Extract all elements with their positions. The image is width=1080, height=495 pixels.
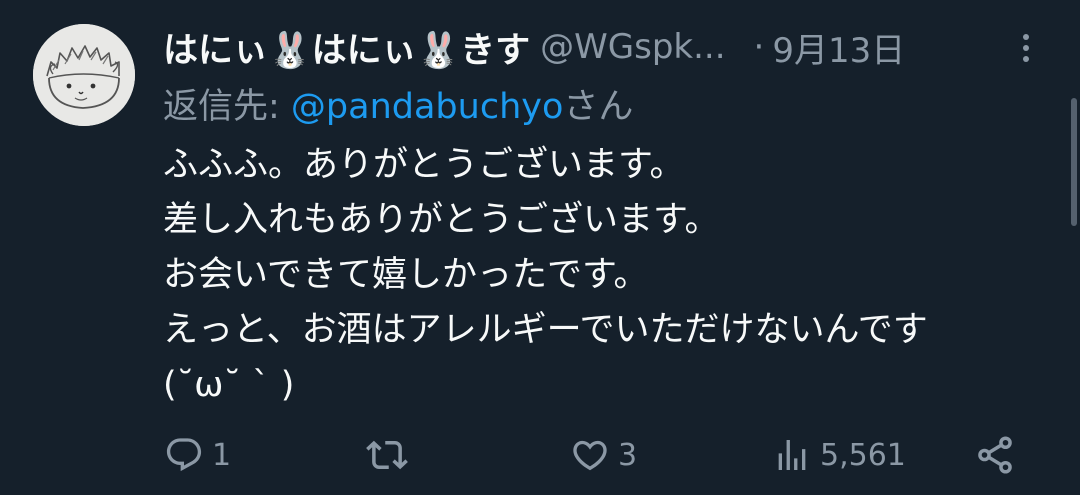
reply-prefix: 返信先: — [163, 87, 291, 127]
tweet-text: ふふふ。ありがとうございます。 差し入れもありがとうございます。 お会いできて嬉… — [163, 145, 928, 405]
retweet-icon — [366, 440, 408, 470]
avatar[interactable] — [33, 24, 135, 126]
more-vertical-icon — [1023, 34, 1029, 62]
like-count: 3 — [618, 437, 638, 473]
action-bar: 1 3 5,561 — [0, 425, 1080, 485]
views-bar-chart-icon — [778, 440, 806, 470]
reply-mention-link[interactable]: @pandabuchyo — [291, 87, 563, 127]
views-count: 5,561 — [820, 437, 906, 473]
reply-to-line: 返信先: @pandabuchyoさん — [163, 78, 633, 129]
separator-dot: · — [753, 27, 765, 67]
reply-count: 1 — [212, 437, 232, 473]
tweet-date[interactable]: 9月13日 — [772, 23, 905, 72]
display-name[interactable]: はにぃ🐰はにぃ🐰きす — [163, 22, 530, 73]
tweet-header: はにぃ🐰はにぃ🐰きす @WGspk... · 9月13日 — [163, 19, 1043, 75]
heart-icon — [573, 440, 607, 471]
reply-icon — [166, 438, 202, 472]
like-button[interactable]: 3 — [570, 425, 637, 485]
reply-button[interactable]: 1 — [164, 425, 231, 485]
views-button[interactable]: 5,561 — [772, 425, 906, 485]
tweet[interactable]: はにぃ🐰はにぃ🐰きす @WGspk... · 9月13日 返信先: @panda… — [0, 0, 1080, 495]
share-button[interactable] — [974, 425, 1016, 485]
user-handle[interactable]: @WGspk... — [540, 27, 725, 67]
scrollbar[interactable] — [1071, 98, 1077, 226]
share-icon — [978, 436, 1012, 474]
avatar-hedgehog-drawing — [33, 24, 135, 126]
reply-suffix: さん — [563, 87, 634, 127]
retweet-button[interactable] — [366, 425, 416, 485]
more-options-button[interactable] — [1014, 28, 1038, 68]
